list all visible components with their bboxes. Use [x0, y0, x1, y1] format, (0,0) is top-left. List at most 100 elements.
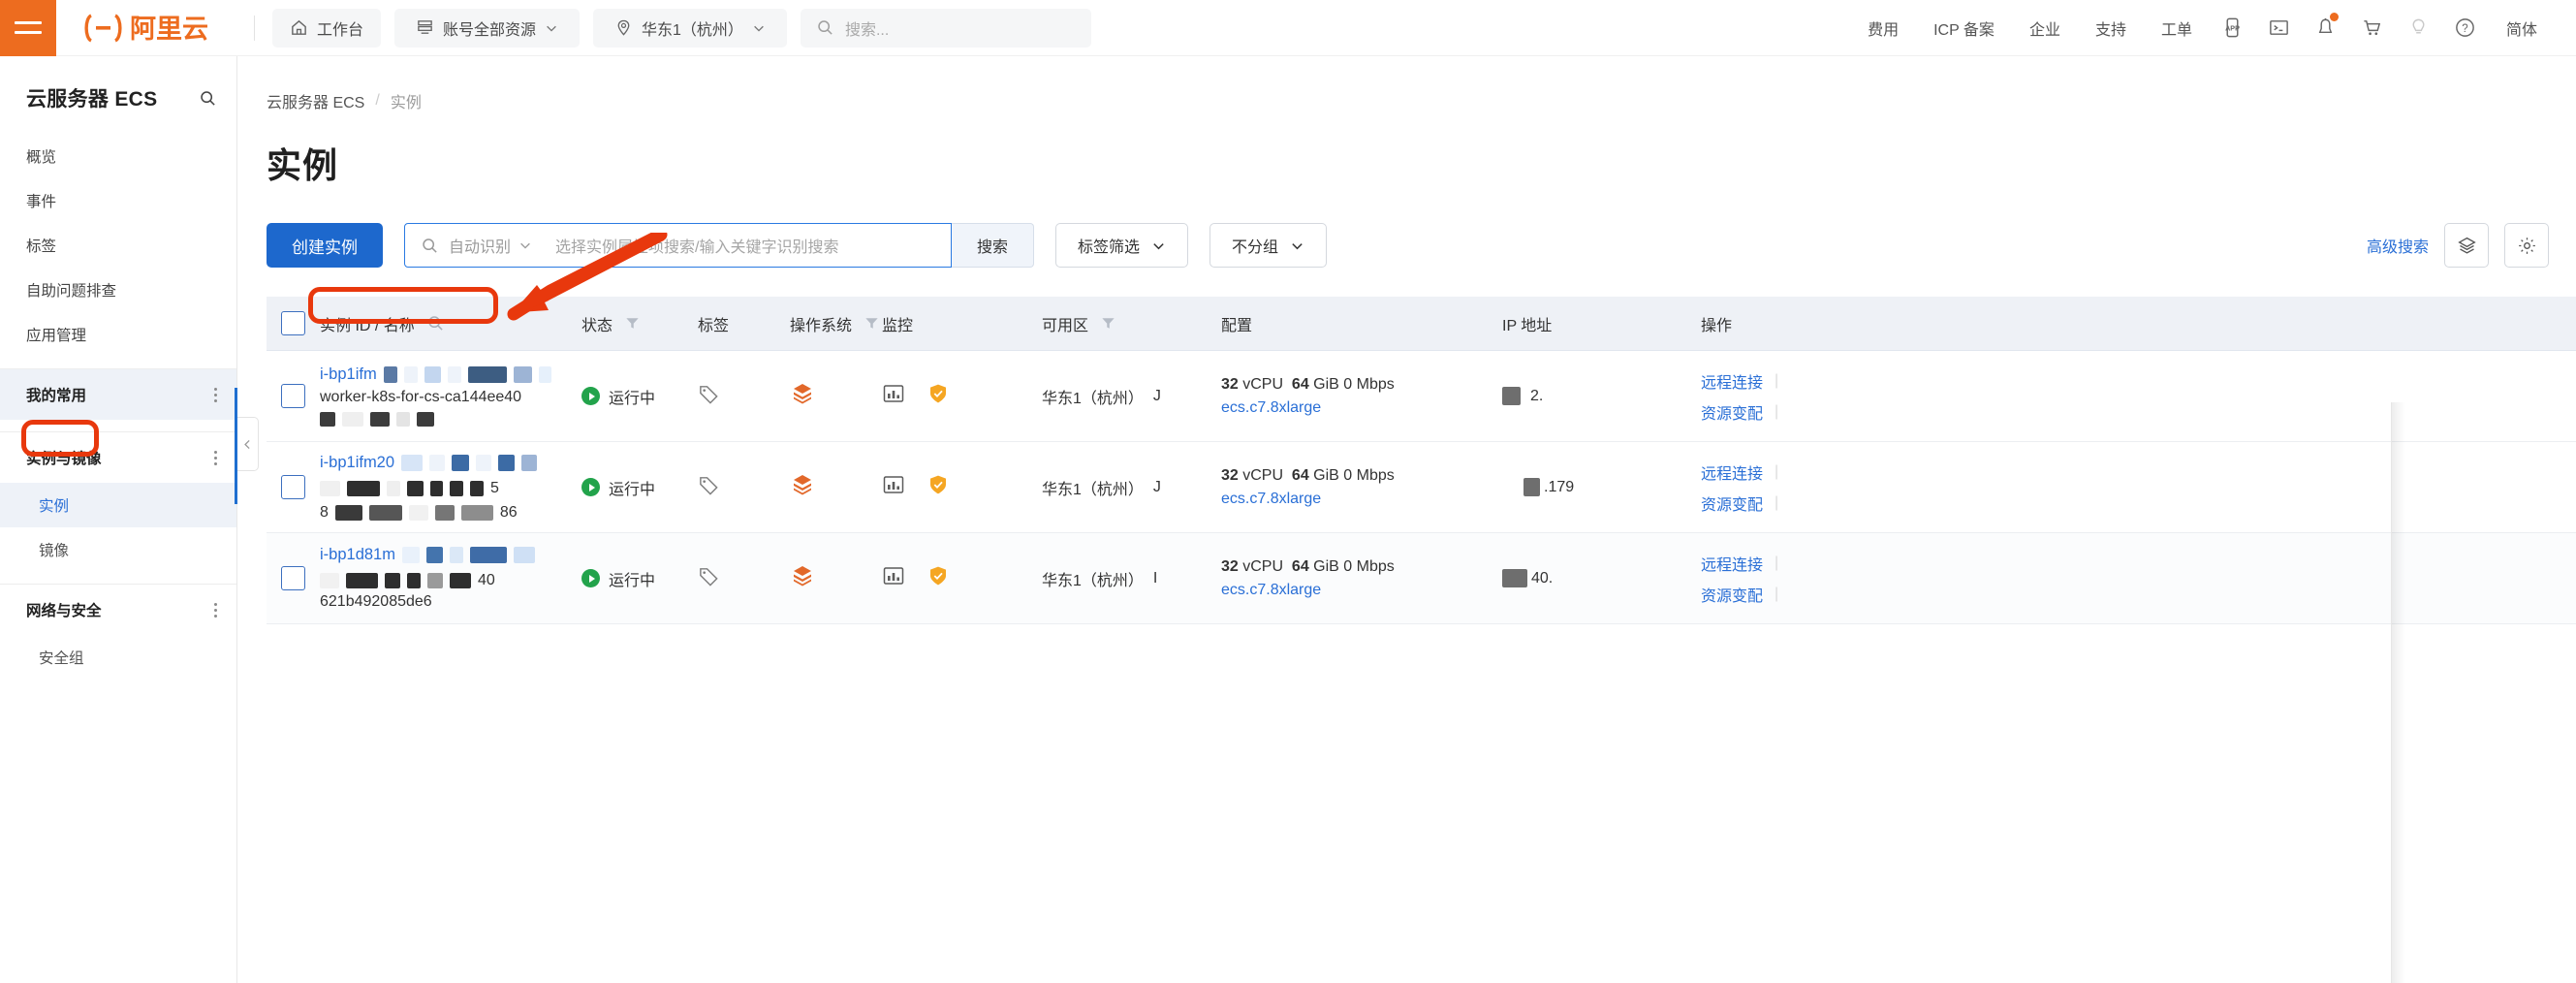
region-dropdown[interactable]: 华东1（杭州）	[593, 8, 787, 48]
column-header-os[interactable]: 操作系统	[790, 297, 882, 350]
column-header-label: 操作	[1701, 317, 1733, 334]
sidebar-collapse-button[interactable]	[237, 417, 259, 471]
shield-icon[interactable]	[927, 473, 950, 501]
sidebar-item-overview[interactable]: 概览	[0, 134, 236, 178]
remote-connect-link[interactable]: 远程连接	[1701, 552, 1763, 575]
group-filter-dropdown[interactable]: 不分组	[1209, 223, 1328, 268]
cell-monitor	[882, 473, 1042, 501]
shield-icon[interactable]	[927, 382, 950, 410]
sidebar-item-events[interactable]: 事件	[0, 178, 236, 223]
remote-connect-link[interactable]: 远程连接	[1701, 460, 1763, 484]
search-button[interactable]: 搜索	[952, 223, 1035, 268]
config-bandwidth: 0 Mbps	[1343, 557, 1395, 575]
sidebar-header: 云服务器 ECS	[0, 56, 236, 134]
tag-icon[interactable]	[698, 383, 720, 410]
config-cpu-unit: vCPU	[1242, 466, 1284, 484]
sidebar-sub-label: 镜像	[39, 543, 70, 559]
sidebar-item-label: 概览	[26, 149, 57, 166]
header-link-fee[interactable]: 费用	[1850, 16, 1916, 40]
header-link-enterprise[interactable]: 企业	[2012, 16, 2078, 40]
filter-icon[interactable]	[1100, 315, 1116, 332]
action-separator: |	[1775, 402, 1779, 420]
status-label: 运行中	[609, 390, 656, 407]
table-row[interactable]: i-bp1ifm20 5 8 86 运行中 华东1（杭州） J 32 vCPU …	[267, 442, 2576, 533]
sidebar-item-security-group[interactable]: 安全组	[0, 635, 236, 680]
app-icon[interactable]: APP	[2210, 9, 2256, 48]
header-link-support[interactable]: 支持	[2078, 16, 2144, 40]
sidebar-group-favorites[interactable]: 我的常用	[0, 369, 236, 420]
search-icon[interactable]	[426, 314, 445, 333]
svg-text:?: ?	[2463, 23, 2468, 35]
resource-change-link[interactable]: 资源变配	[1701, 400, 1763, 424]
instance-id-link[interactable]: i-bp1ifm20	[320, 454, 394, 472]
tag-icon[interactable]	[698, 474, 720, 501]
chart-icon[interactable]	[882, 473, 905, 501]
resources-dropdown[interactable]: 账号全部资源	[394, 8, 581, 48]
column-header-instance-id[interactable]: 实例 ID / 名称	[320, 297, 581, 350]
sidebar-item-app-manage[interactable]: 应用管理	[0, 312, 236, 357]
instance-id-link[interactable]: i-bp1d81m	[320, 546, 395, 564]
more-options-icon[interactable]	[214, 387, 217, 402]
alibaba-cloud-logo[interactable]: 阿里云	[56, 12, 250, 45]
filter-icon[interactable]	[624, 315, 641, 332]
sidebar-search-icon[interactable]	[199, 89, 217, 108]
search-type-dropdown[interactable]: 自动识别	[449, 234, 532, 257]
sidebar-group-instances-images[interactable]: 实例与镜像	[0, 432, 236, 483]
hamburger-icon[interactable]	[0, 0, 56, 56]
global-search-input[interactable]: 搜索...	[800, 8, 1091, 48]
table-row[interactable]: i-bp1ifm worker-k8s-for-cs-ca144ee40 运行中…	[267, 351, 2576, 442]
layers-icon[interactable]	[2444, 223, 2489, 268]
select-all-checkbox[interactable]	[281, 311, 305, 335]
config-type-link[interactable]: ecs.c7.8xlarge	[1221, 582, 1395, 599]
column-header-label: 监控	[882, 317, 914, 334]
sidebar-sub-label: 实例	[39, 498, 70, 515]
row-checkbox[interactable]	[281, 566, 305, 590]
breadcrumb-root[interactable]: 云服务器 ECS	[267, 89, 364, 112]
column-header-state[interactable]: 状态	[581, 297, 698, 350]
gear-icon[interactable]	[2504, 223, 2549, 268]
row-checkbox[interactable]	[281, 475, 305, 499]
chart-icon[interactable]	[882, 564, 905, 592]
row-checkbox[interactable]	[281, 384, 305, 408]
instance-search-input[interactable]: 自动识别 选择实例属性项搜索/输入关键字识别搜索	[404, 223, 952, 268]
action-separator: |	[1775, 554, 1779, 571]
column-header-zone[interactable]: 可用区	[1042, 297, 1221, 350]
sidebar-item-label: 事件	[26, 194, 57, 210]
bell-icon[interactable]	[2303, 9, 2349, 48]
redaction-block	[450, 573, 471, 588]
remote-connect-link[interactable]: 远程连接	[1701, 369, 1763, 393]
bulb-icon[interactable]	[2396, 9, 2442, 48]
config-type-link[interactable]: ecs.c7.8xlarge	[1221, 491, 1395, 508]
sidebar-item-troubleshoot[interactable]: 自助问题排查	[0, 268, 236, 312]
more-options-icon[interactable]	[214, 602, 217, 618]
sidebar-item-image[interactable]: 镜像	[0, 527, 236, 572]
workbench-button[interactable]: 工作台	[272, 8, 382, 48]
config-type-link[interactable]: ecs.c7.8xlarge	[1221, 399, 1395, 417]
chart-icon[interactable]	[882, 382, 905, 410]
tag-filter-dropdown[interactable]: 标签筛选	[1055, 223, 1189, 268]
cart-icon[interactable]	[2349, 9, 2396, 48]
redaction-block	[403, 366, 418, 383]
column-header-config: 配置	[1221, 297, 1502, 350]
sidebar-item-instance[interactable]: 实例	[0, 483, 236, 527]
resource-change-link[interactable]: 资源变配	[1701, 492, 1763, 515]
table-row[interactable]: i-bp1d81m 40 621b492085de6 运行中 华东1（杭州） I…	[267, 533, 2576, 624]
shield-icon[interactable]	[927, 564, 950, 592]
more-options-icon[interactable]	[214, 450, 217, 465]
header-link-icp[interactable]: ICP 备案	[1916, 16, 2012, 40]
action-separator: |	[1775, 371, 1779, 389]
instance-id-link[interactable]: i-bp1ifm	[320, 365, 377, 384]
tag-icon[interactable]	[698, 565, 720, 592]
sidebar-group-network-security[interactable]: 网络与安全	[0, 585, 236, 635]
filter-icon[interactable]	[864, 315, 880, 332]
create-instance-button[interactable]: 创建实例	[267, 223, 383, 268]
cloudshell-icon[interactable]	[2256, 9, 2303, 48]
ip-text: .179	[1544, 478, 1575, 495]
main-content: 云服务器 ECS / 实例 实例 创建实例 自动识别 选择实例属性项搜索/输入关…	[237, 56, 2576, 983]
language-switcher[interactable]: 简体	[2489, 16, 2555, 40]
resource-change-link[interactable]: 资源变配	[1701, 583, 1763, 606]
advanced-search-link[interactable]: 高级搜索	[2367, 234, 2429, 257]
header-link-ticket[interactable]: 工单	[2144, 16, 2210, 40]
sidebar-item-tags[interactable]: 标签	[0, 223, 236, 268]
help-icon[interactable]: ?	[2442, 9, 2489, 48]
